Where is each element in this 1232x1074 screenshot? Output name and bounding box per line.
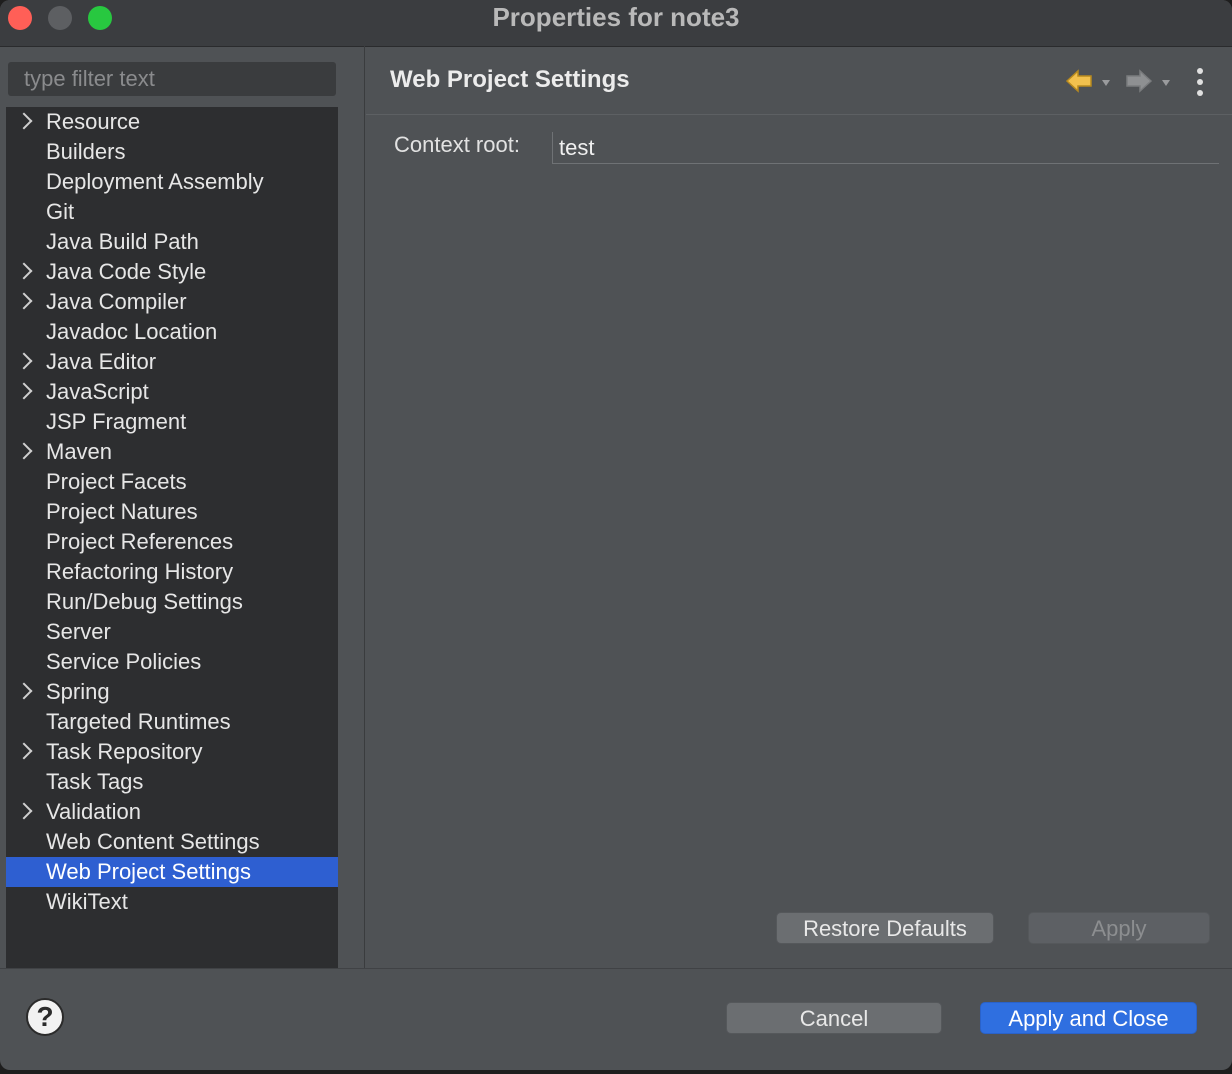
- back-arrow-icon: [1065, 69, 1092, 93]
- tree-item[interactable]: Project Natures: [6, 497, 338, 527]
- tree-item[interactable]: Java Compiler: [6, 287, 338, 317]
- tree-item[interactable]: Project References: [6, 527, 338, 557]
- window-title: Properties for note3: [492, 2, 740, 32]
- tree-item-label: Spring: [46, 679, 110, 704]
- properties-dialog: Properties for note3 Resource Builders Dep…: [0, 0, 1232, 1070]
- more-vertical-icon[interactable]: [1190, 66, 1210, 100]
- cancel-button[interactable]: Cancel: [726, 1002, 942, 1034]
- chevron-right-icon[interactable]: [15, 292, 33, 310]
- back-history-dropdown-icon[interactable]: [1102, 80, 1110, 86]
- tree-item-label: Validation: [46, 799, 141, 824]
- footer-separator: [0, 968, 1232, 969]
- tree-item-label: Task Tags: [46, 769, 144, 794]
- tree-item[interactable]: Javadoc Location: [6, 317, 338, 347]
- tree-item-label: Service Policies: [46, 649, 202, 674]
- tree-item[interactable]: Validation: [6, 797, 338, 827]
- tree-item[interactable]: Deployment Assembly: [6, 167, 338, 197]
- tree-item[interactable]: Spring: [6, 677, 338, 707]
- apply-and-close-button[interactable]: Apply and Close: [980, 1002, 1197, 1034]
- forward-button[interactable]: [1124, 66, 1174, 98]
- chevron-right-icon[interactable]: [15, 802, 33, 820]
- chevron-right-icon[interactable]: [15, 742, 33, 760]
- tree-item[interactable]: Server: [6, 617, 338, 647]
- tree-item[interactable]: Task Tags: [6, 767, 338, 797]
- tree-item[interactable]: Web Project Settings: [6, 857, 338, 887]
- chevron-right-icon[interactable]: [15, 352, 33, 370]
- tree-item-label: Refactoring History: [46, 559, 234, 584]
- tree-item[interactable]: Refactoring History: [6, 557, 338, 587]
- tree-item-label: Project Facets: [46, 469, 187, 494]
- property-page-tree: Resource Builders Deployment Assembly Git Ja…: [6, 107, 338, 968]
- tree-item-label: Deployment Assembly: [46, 169, 264, 194]
- tree-item-label: WikiText: [46, 889, 128, 914]
- tree-item[interactable]: Web Content Settings: [6, 827, 338, 857]
- tree-item-label: Builders: [46, 139, 126, 164]
- context-root-field[interactable]: [552, 132, 1219, 164]
- panel-divider[interactable]: [364, 46, 365, 968]
- title-bar: Properties for note3: [0, 0, 1232, 47]
- tree-item[interactable]: Java Code Style: [6, 257, 338, 287]
- tree-item-label: Resource: [46, 109, 141, 134]
- chevron-right-icon[interactable]: [15, 112, 33, 130]
- tree-item-label: Project References: [46, 529, 234, 554]
- chevron-right-icon[interactable]: [15, 262, 33, 280]
- apply-button[interactable]: Apply: [1028, 912, 1210, 944]
- chevron-right-icon[interactable]: [15, 682, 33, 700]
- page-title: Web Project Settings: [390, 66, 630, 93]
- tree-item-label: Maven: [46, 439, 113, 464]
- tree-item-label: JSP Fragment: [46, 409, 187, 434]
- page-header-separator: [366, 114, 1232, 115]
- tree-item[interactable]: JavaScript: [6, 377, 338, 407]
- chevron-right-icon[interactable]: [15, 382, 33, 400]
- tree-item[interactable]: Java Editor: [6, 347, 338, 377]
- forward-history-dropdown-icon[interactable]: [1162, 80, 1170, 86]
- tree-item[interactable]: Java Build Path: [6, 227, 338, 257]
- tree-item-label: Server: [46, 619, 111, 644]
- tree-item-label: Task Repository: [46, 739, 203, 764]
- tree-item[interactable]: WikiText: [6, 887, 338, 917]
- tree-item-label: Java Compiler: [46, 289, 187, 314]
- restore-defaults-button[interactable]: Restore Defaults: [776, 912, 994, 944]
- context-root-label: Context root:: [394, 132, 520, 157]
- tree-item[interactable]: JSP Fragment: [6, 407, 338, 437]
- tree-item[interactable]: Project Facets: [6, 467, 338, 497]
- back-button[interactable]: [1064, 66, 1114, 98]
- tree-item-label: Java Code Style: [46, 259, 207, 284]
- help-icon[interactable]: ?: [26, 998, 64, 1036]
- tree-item-label: Run/Debug Settings: [46, 589, 243, 614]
- tree-item-label: Java Editor: [46, 349, 157, 374]
- filter-input[interactable]: [8, 62, 336, 96]
- tree-item-label: Project Natures: [46, 499, 198, 524]
- tree-item-label: Targeted Runtimes: [46, 709, 231, 734]
- tree-item[interactable]: Service Policies: [6, 647, 338, 677]
- tree-item-label: Javadoc Location: [46, 319, 218, 344]
- forward-arrow-icon: [1126, 69, 1153, 93]
- tree-item[interactable]: Maven: [6, 437, 338, 467]
- tree-item-label: Java Build Path: [46, 229, 199, 254]
- tree-item[interactable]: Run/Debug Settings: [6, 587, 338, 617]
- tree-item[interactable]: Resource: [6, 107, 338, 137]
- tree-item[interactable]: Builders: [6, 137, 338, 167]
- chevron-right-icon[interactable]: [15, 442, 33, 460]
- tree-item[interactable]: Task Repository: [6, 737, 338, 767]
- tree-item-label: Git: [46, 199, 75, 224]
- tree-item[interactable]: Targeted Runtimes: [6, 707, 338, 737]
- tree-item[interactable]: Git: [6, 197, 338, 227]
- tree-item-label: Web Project Settings: [46, 859, 252, 884]
- tree-item-label: Web Content Settings: [46, 829, 260, 854]
- tree-item-label: JavaScript: [46, 379, 149, 404]
